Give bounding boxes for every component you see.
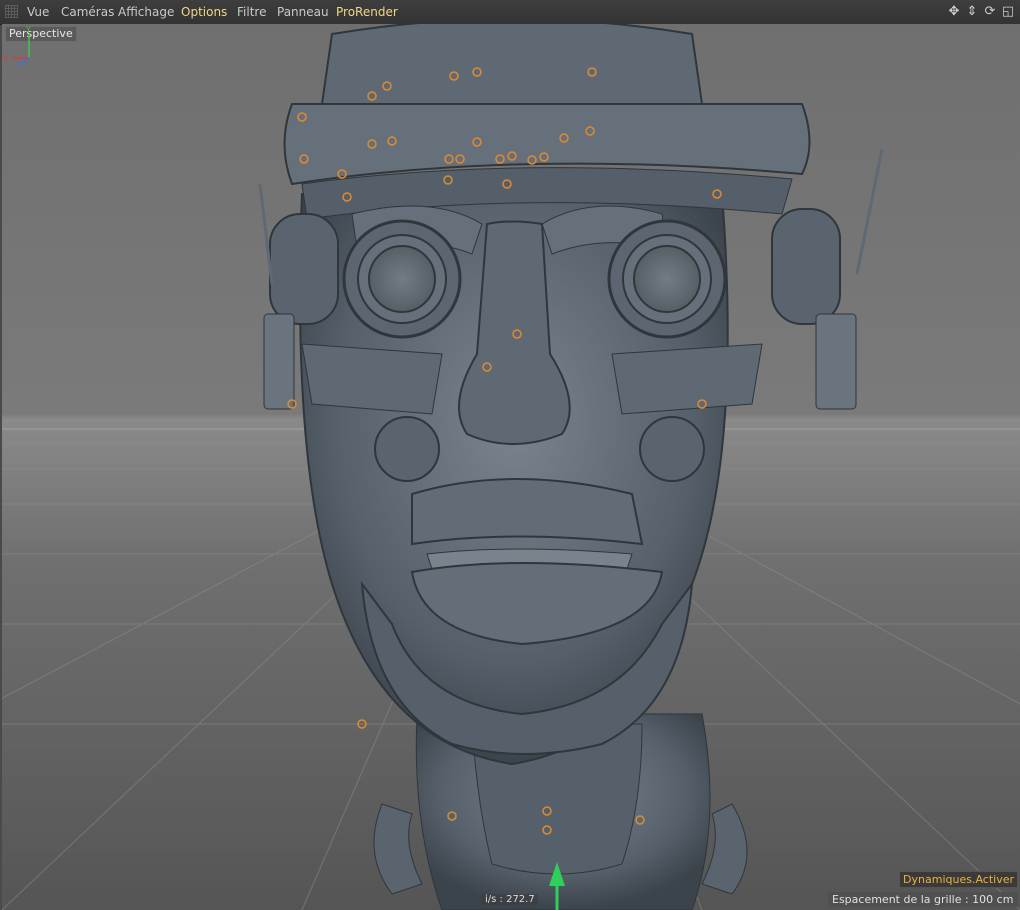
grid-spacing-info: Espacement de la grille : 100 cm [828,892,1018,907]
menu-prorender[interactable]: ProRender [336,5,398,19]
rotate-view-icon[interactable]: ⟳ [982,3,998,21]
viewport-scene [2,24,1020,910]
axis-y-label: Y [25,25,31,34]
menu-grip-icon[interactable] [5,5,18,18]
left-antenna [258,183,274,285]
world-axis-gizmo: Y X Z [3,25,31,68]
maximize-view-icon[interactable]: ◱ [1000,3,1016,21]
pan-view-icon[interactable]: ⇕ [964,3,980,21]
menu-affichage[interactable]: Affichage [118,5,174,19]
menu-options[interactable]: Options [181,5,227,19]
view-navigation-icons: ✥ ⇕ ⟳ ◱ [946,3,1016,21]
move-view-icon[interactable]: ✥ [946,3,962,21]
dynamics-status: Dynamiques.Activer [899,871,1018,888]
menu-vue[interactable]: Vue [27,5,49,19]
3d-viewport[interactable]: Perspective Y X Z i/s : 272.7 Dynamiques… [2,24,1020,910]
axis-z-label: Z [17,62,22,68]
menu-filtre[interactable]: Filtre [237,5,266,19]
right-antenna [855,148,884,275]
fps-readout: i/s : 272.7 [482,894,538,905]
viewport-menubar: Vue Caméras Affichage Options Filtre Pan… [0,0,1020,25]
menu-panneau[interactable]: Panneau [277,5,329,19]
robot-head [263,24,857,766]
menu-cameras[interactable]: Caméras [61,5,114,19]
axis-x-label: X [3,54,9,63]
